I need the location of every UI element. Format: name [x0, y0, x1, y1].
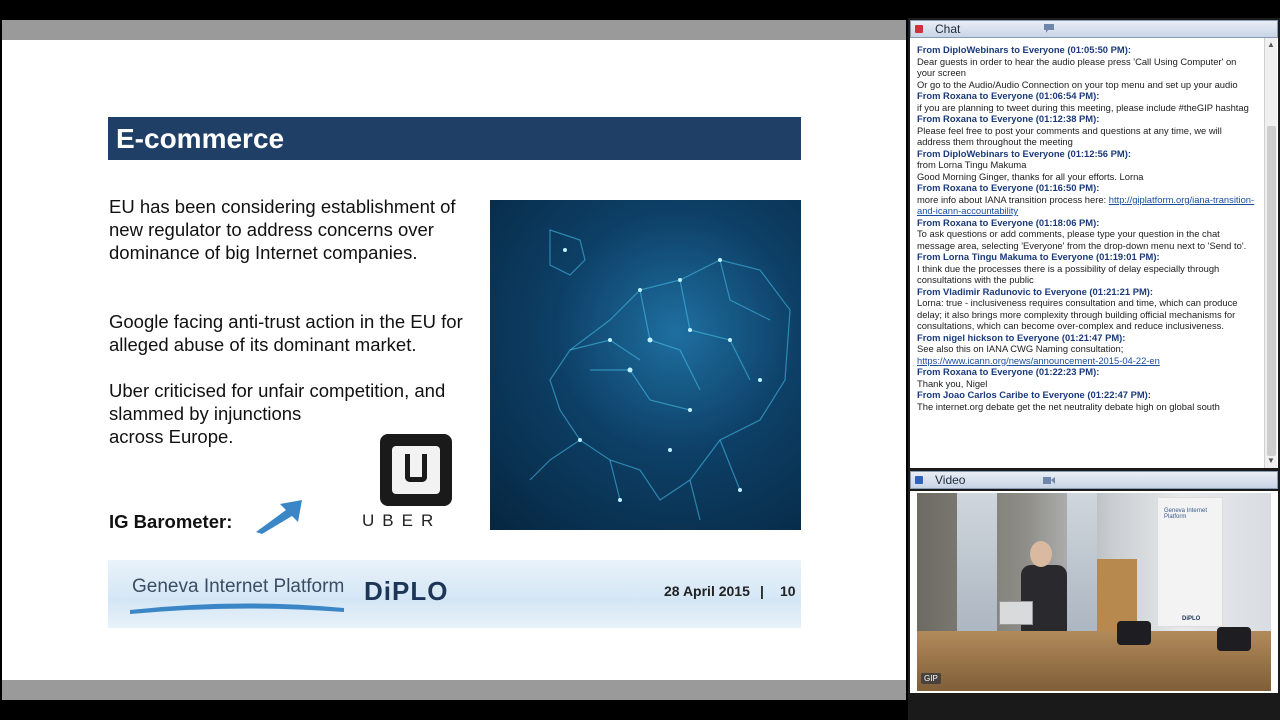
- chat-message-sender: From Roxana to Everyone (01:06:54 PM):: [917, 90, 1100, 101]
- side-panels: Chat From DiploWebinars to Everyone (01:…: [908, 18, 1280, 720]
- gip-banner-stand: Geneva Internet Platform DiPLO: [1157, 497, 1223, 627]
- chat-message-link[interactable]: https://www.icann.org/news/announcement-…: [917, 355, 1160, 366]
- chat-message-body: from Lorna Tingu Makuma Good Morning Gin…: [917, 159, 1144, 182]
- slide-page-number: 10: [780, 583, 796, 599]
- chat-message: From Roxana to Everyone (01:16:50 PM): mo…: [917, 182, 1257, 217]
- ig-barometer-label: IG Barometer:: [109, 511, 233, 532]
- europe-circuit-graphic: [529, 229, 791, 521]
- arrow-up-icon[interactable]: ▲: [1267, 40, 1275, 49]
- chat-message-body: To ask questions or add comments, please…: [917, 228, 1247, 251]
- chat-message-body: The internet.org debate get the net neut…: [917, 400, 1220, 412]
- arrow-down-icon[interactable]: ▼: [1267, 456, 1275, 465]
- video-source-badge: GIP: [921, 673, 941, 684]
- gip-logo: Geneva Internet Platform: [132, 576, 345, 597]
- camera-icon[interactable]: [1043, 476, 1055, 485]
- speech-bubble-icon[interactable]: [1043, 23, 1055, 34]
- chat-message: From Lorna Tingu Makuma to Everyone (01:…: [917, 251, 1257, 286]
- video-panel-header[interactable]: Video: [910, 471, 1278, 489]
- chat-message-body: Thank you, Nigel: [917, 377, 988, 389]
- chat-message-body: Please feel free to post your comments a…: [917, 124, 1222, 148]
- chat-scroll-thumb[interactable]: [1267, 126, 1276, 456]
- chat-message-text: Lorna: true - inclusiveness requires con…: [917, 297, 1257, 332]
- chat-message: From DiploWebinars to Everyone (01:05:50…: [917, 44, 1257, 90]
- chat-message: From Vladimir Radunovic to Everyone (01:…: [917, 286, 1257, 332]
- chat-message: From DiploWebinars to Everyone (01:12:56…: [917, 148, 1257, 183]
- chat-message-text: Please feel free to post your comments a…: [917, 125, 1257, 148]
- chat-message-body: I think due the processes there is a pos…: [917, 262, 1220, 286]
- video-feed[interactable]: Geneva Internet Platform DiPLO GIP: [917, 493, 1271, 691]
- chat-message-text: from Lorna Tingu Makuma Good Morning Gin…: [917, 159, 1257, 182]
- presentation-area: E-commerce EU has been considering estab…: [2, 20, 906, 700]
- chat-message-sender: From Vladimir Radunovic to Everyone (01:…: [917, 285, 1153, 297]
- chat-message-text: To ask questions or add comments, please…: [917, 228, 1257, 251]
- chair: [1117, 621, 1151, 645]
- presentation-top-bar: [2, 20, 906, 40]
- barometer-up-arrow-icon: [256, 500, 302, 534]
- chat-message-sender: From Roxana to Everyone (01:22:23 PM):: [917, 366, 1100, 377]
- europe-circuit-map-image: [490, 200, 801, 530]
- laptop: [999, 601, 1033, 625]
- chat-message-sender: From DiploWebinars to Everyone (01:12:56…: [917, 147, 1131, 159]
- chat-scrollbar[interactable]: ▲ ▼: [1264, 38, 1277, 468]
- chat-message-body: Lorna: true - inclusiveness requires con…: [917, 297, 1238, 331]
- presentation-bottom-bar: [2, 680, 906, 700]
- chat-message-body: Dear guests in order to hear the audio p…: [917, 55, 1238, 90]
- uber-logo-icon: [380, 434, 452, 506]
- video-feed-area[interactable]: Geneva Internet Platform DiPLO GIP: [910, 491, 1278, 693]
- uber-logo-inner: [392, 446, 440, 494]
- uber-u-glyph: [405, 454, 427, 482]
- chat-message-body: more info about IANA transition process …: [917, 193, 1109, 205]
- chat-message-text: if you are planning to tweet during this…: [917, 102, 1257, 114]
- chair: [1217, 627, 1251, 651]
- chat-message-list[interactable]: From DiploWebinars to Everyone (01:05:50…: [917, 38, 1257, 412]
- chat-message-text: I think due the processes there is a pos…: [917, 263, 1257, 286]
- slide-date: 28 April 2015: [664, 583, 750, 599]
- uber-wordmark: UBER: [362, 511, 442, 530]
- slide-paragraph-uber-line: Uber criticised for unfair competition, …: [109, 380, 446, 401]
- slide-paragraph-uber-line: slammed by injunctions: [109, 403, 302, 424]
- chat-message: From Joao Carlos Caribe to Everyone (01:…: [917, 389, 1257, 412]
- background-window: [1067, 493, 1097, 643]
- chat-message-sender: From Roxana to Everyone (01:12:38 PM):: [917, 113, 1100, 124]
- chat-message-sender: From Lorna Tingu Makuma to Everyone (01:…: [917, 251, 1160, 262]
- chat-message-text: Thank you, Nigel: [917, 378, 1257, 390]
- video-panel-title: Video: [935, 473, 966, 487]
- chat-message-text: See also this on IANA CWG Naming consult…: [917, 343, 1257, 366]
- speaker-head: [1030, 541, 1052, 567]
- chat-message-text: more info about IANA transition process …: [917, 194, 1257, 217]
- chat-panel-header[interactable]: Chat: [910, 20, 1278, 38]
- chat-message-sender: From Roxana to Everyone (01:16:50 PM):: [917, 182, 1100, 193]
- chat-panel-title: Chat: [935, 22, 961, 36]
- pin-icon[interactable]: [915, 25, 923, 33]
- chat-message: From Roxana to Everyone (01:12:38 PM): Pl…: [917, 113, 1257, 148]
- banner-logo: DiPLO: [1182, 616, 1201, 622]
- diplo-logo: DiPLO: [364, 576, 449, 606]
- chat-message-sender: From DiploWebinars to Everyone (01:05:50…: [917, 44, 1131, 55]
- slide-title: E-commerce: [116, 123, 285, 154]
- chat-message-body: if you are planning to tweet during this…: [917, 101, 1249, 113]
- chat-message: From Roxana to Everyone (01:18:06 PM): To…: [917, 217, 1257, 252]
- chat-message: From nigel hickson to Everyone (01:21:47…: [917, 332, 1257, 367]
- chat-message-text: Dear guests in order to hear the audio p…: [917, 56, 1257, 91]
- chat-message: From Roxana to Everyone (01:22:23 PM): Th…: [917, 366, 1257, 389]
- chat-message-sender: From Roxana to Everyone (01:18:06 PM):: [917, 216, 1100, 228]
- slide-paragraph-google: Google facing anti-trust action in the E…: [109, 311, 463, 355]
- footer-separator: |: [760, 583, 764, 599]
- chat-message-sender: From nigel hickson to Everyone (01:21:47…: [917, 331, 1126, 343]
- banner-text: Geneva Internet Platform: [1164, 508, 1208, 520]
- gip-swoosh-graphic: [130, 603, 344, 614]
- slide-footer: Geneva Internet Platform DiPLO 28 April …: [108, 560, 801, 628]
- chat-message-text: The internet.org debate get the net neut…: [917, 401, 1257, 413]
- chat-message: From Roxana to Everyone (01:06:54 PM): if…: [917, 90, 1257, 113]
- chat-message-sender: From Joao Carlos Caribe to Everyone (01:…: [917, 389, 1151, 400]
- slide-title-bar: E-commerce: [108, 117, 801, 160]
- chat-message-body: See also this on IANA CWG Naming consult…: [917, 343, 1124, 354]
- pin-icon[interactable]: [915, 476, 923, 484]
- slide-paragraph-regulator: EU has been considering establishment of…: [109, 196, 456, 263]
- chat-message-area[interactable]: From DiploWebinars to Everyone (01:05:50…: [910, 38, 1278, 468]
- background-window: [957, 493, 997, 643]
